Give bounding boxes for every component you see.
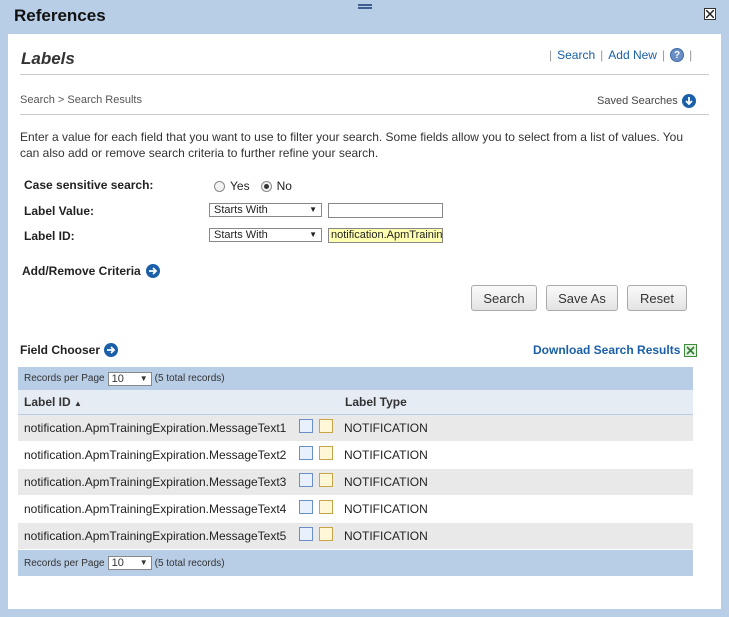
download-label: Download Search Results: [533, 343, 681, 357]
add-remove-criteria-link[interactable]: Add/Remove Criteria: [22, 264, 160, 278]
no-label: No: [276, 179, 292, 193]
case-sensitive-yes-radio[interactable]: [214, 180, 225, 192]
close-button[interactable]: [704, 8, 716, 20]
label-type-cell: NOTIFICATION: [344, 421, 428, 435]
add-new-link[interactable]: Add New: [603, 48, 662, 62]
separator: |: [689, 48, 693, 62]
edit-icon[interactable]: [319, 446, 333, 460]
save-as-button[interactable]: Save As: [546, 285, 618, 311]
arrow-right-icon[interactable]: [104, 343, 119, 357]
label-value-input[interactable]: [328, 203, 443, 218]
edit-icon[interactable]: [319, 419, 333, 433]
table-row: notification.ApmTrainingExpiration.Messa…: [18, 523, 693, 550]
saved-searches-label: Saved Searches: [597, 95, 678, 107]
table-row: notification.ApmTrainingExpiration.Messa…: [18, 415, 693, 442]
grid-bottom-bar: Records per Page 10 ▼ (5 total records): [18, 550, 693, 576]
label-id-input[interactable]: notification.ApmTraining: [328, 228, 443, 243]
references-panel: Labels | Search | Add New | ? | Search >…: [8, 34, 721, 609]
dropdown-arrow-icon: ▼: [139, 558, 148, 567]
records-per-page-select[interactable]: 10 ▼: [107, 556, 152, 570]
search-button[interactable]: Search: [471, 285, 537, 311]
grid-top-bar: Records per Page 10 ▼ (5 total records): [18, 367, 693, 390]
view-icon[interactable]: [299, 419, 313, 433]
separator: |: [661, 48, 666, 62]
label-id-cell: notification.ApmTrainingExpiration.Messa…: [24, 448, 287, 462]
help-icon[interactable]: ?: [670, 48, 685, 62]
case-sensitive-label: Case sensitive search:: [24, 178, 154, 192]
field-chooser-link[interactable]: Field Chooser: [20, 343, 119, 357]
label-type-cell: NOTIFICATION: [344, 448, 428, 462]
add-remove-criteria-label: Add/Remove Criteria: [22, 264, 141, 278]
operator-value: Starts With: [214, 204, 268, 216]
table-row: notification.ApmTrainingExpiration.Messa…: [18, 469, 693, 496]
download-results-link[interactable]: Download Search Results: [533, 343, 698, 357]
window-title: References: [14, 6, 106, 25]
reset-button[interactable]: Reset: [627, 285, 687, 311]
table-row: notification.ApmTrainingExpiration.Messa…: [18, 496, 693, 523]
breadcrumb: Search > Search Results: [20, 94, 142, 106]
label-id-cell: notification.ApmTrainingExpiration.Messa…: [24, 502, 287, 516]
window-titlebar: References: [0, 0, 729, 32]
close-icon: [706, 10, 714, 18]
sort-asc-icon: ▲: [74, 399, 82, 408]
divider: [20, 114, 709, 115]
instructions-text: Enter a value for each field that you wa…: [20, 130, 684, 160]
saved-searches-link[interactable]: Saved Searches: [597, 94, 696, 108]
records-per-page-value: 10: [111, 372, 124, 385]
label-value-label: Label Value:: [24, 204, 95, 218]
table-row: notification.ApmTrainingExpiration.Messa…: [18, 442, 693, 469]
total-records: (5 total records): [154, 373, 225, 384]
label-id-cell: notification.ApmTrainingExpiration.Messa…: [24, 529, 287, 543]
label-id-operator-select[interactable]: Starts With ▼: [209, 228, 322, 242]
divider: [20, 74, 709, 75]
yes-label: Yes: [230, 179, 250, 193]
label-value-operator-select[interactable]: Starts With ▼: [209, 203, 322, 217]
excel-icon[interactable]: [684, 343, 698, 357]
search-link[interactable]: Search: [552, 48, 600, 62]
edit-icon[interactable]: [319, 500, 333, 514]
case-sensitive-no-radio[interactable]: [260, 180, 272, 192]
grid-header: Label ID ▲ Label Type: [18, 390, 693, 415]
chevron-down-icon[interactable]: [681, 94, 696, 108]
header-links: | Search | Add New | ? |: [549, 48, 692, 62]
dropdown-arrow-icon: ▼: [309, 230, 317, 239]
edit-icon[interactable]: [319, 527, 333, 541]
label-type-cell: NOTIFICATION: [344, 529, 428, 543]
label-id-cell: notification.ApmTrainingExpiration.Messa…: [24, 475, 287, 489]
records-per-page-select[interactable]: 10 ▼: [107, 371, 152, 386]
label-id-cell: notification.ApmTrainingExpiration.Messa…: [24, 421, 287, 435]
dropdown-arrow-icon: ▼: [309, 205, 317, 214]
page-title: Labels: [21, 49, 75, 68]
dropdown-arrow-icon: ▼: [139, 373, 148, 383]
column-label-id-text: Label ID: [24, 395, 71, 409]
total-records: (5 total records): [154, 557, 225, 569]
column-label-type[interactable]: Label Type: [345, 395, 407, 409]
arrow-right-icon[interactable]: [145, 264, 160, 278]
operator-value: Starts With: [214, 229, 268, 241]
records-per-page-label: Records per Page: [24, 557, 105, 569]
view-icon[interactable]: [299, 446, 313, 460]
drag-handle-icon[interactable]: [358, 4, 372, 9]
label-type-cell: NOTIFICATION: [344, 475, 428, 489]
view-icon[interactable]: [299, 527, 313, 541]
column-label-id[interactable]: Label ID ▲: [24, 395, 82, 409]
label-type-cell: NOTIFICATION: [344, 502, 428, 516]
label-id-label: Label ID:: [24, 229, 75, 243]
results-grid: Records per Page 10 ▼ (5 total records) …: [18, 367, 693, 576]
field-chooser-label: Field Chooser: [20, 343, 101, 357]
view-icon[interactable]: [299, 500, 313, 514]
records-per-page-value: 10: [111, 557, 124, 569]
records-per-page-label: Records per Page: [24, 373, 105, 384]
view-icon[interactable]: [299, 473, 313, 487]
edit-icon[interactable]: [319, 473, 333, 487]
case-sensitive-options: Yes No: [214, 179, 292, 193]
